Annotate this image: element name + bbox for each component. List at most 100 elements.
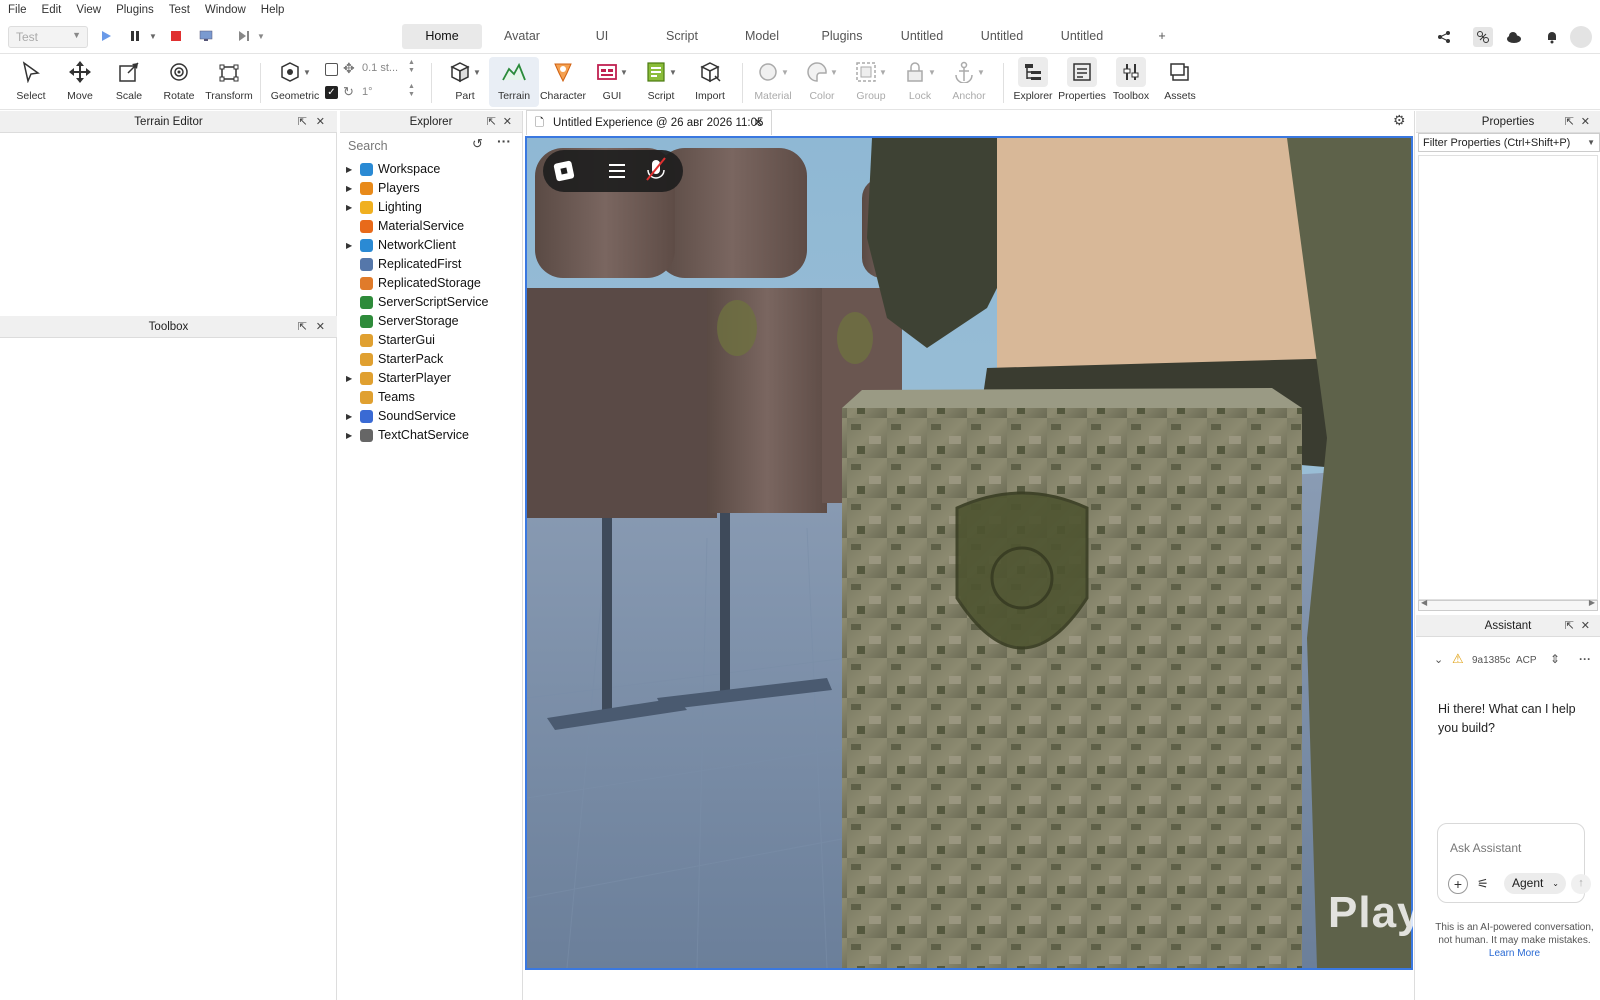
menu-edit[interactable]: Edit: [42, 4, 62, 16]
properties-scrollbar[interactable]: ◀ ▶: [1418, 598, 1598, 611]
close-icon[interactable]: ✕: [1581, 111, 1590, 133]
test-mode-select[interactable]: Test ▼: [8, 26, 88, 48]
menu-help[interactable]: Help: [261, 4, 285, 16]
character-icon: [554, 63, 572, 83]
expand-arrow-icon[interactable]: ▶: [346, 236, 352, 255]
more-icon[interactable]: ···: [1579, 652, 1591, 666]
transform-tool[interactable]: Transform: [204, 57, 254, 107]
scroll-right-icon[interactable]: ▶: [1589, 598, 1595, 607]
share-button[interactable]: [1434, 27, 1454, 47]
tab-model[interactable]: Model: [722, 24, 802, 49]
assets-toggle[interactable]: Assets: [1155, 57, 1205, 107]
color-tool[interactable]: ▼ Color: [797, 57, 847, 107]
terrain-label: Terrain: [497, 90, 531, 102]
character-tool[interactable]: Character: [538, 57, 588, 107]
select-tool[interactable]: Select: [6, 57, 56, 107]
explorer-item-label: NetworkClient: [378, 238, 456, 252]
assistant-input[interactable]: Ask Assistant: [1450, 841, 1521, 855]
move-tool[interactable]: Move: [55, 57, 105, 107]
history-icon[interactable]: ↺: [472, 136, 483, 152]
undock-icon[interactable]: ⇱: [298, 316, 307, 338]
geometric-tool[interactable]: ▼ Geometric: [268, 57, 322, 107]
viewport-settings-icon[interactable]: ⚙: [1393, 112, 1406, 129]
undock-icon[interactable]: ⇱: [487, 111, 496, 133]
snap-rotate-stepper[interactable]: ▲ ▼: [408, 83, 415, 99]
settings-sliders-icon[interactable]: ⚟: [1477, 876, 1489, 892]
agent-mode-select[interactable]: Agent ⌄: [1504, 873, 1566, 894]
step-button[interactable]: [236, 28, 252, 44]
expand-arrow-icon[interactable]: ▶: [346, 179, 352, 198]
expand-arrow-icon[interactable]: ▶: [346, 426, 352, 445]
menu-view[interactable]: View: [76, 4, 101, 16]
script-tool[interactable]: ▼ Script: [636, 57, 686, 107]
close-icon[interactable]: ✕: [1581, 615, 1590, 637]
tab-home[interactable]: Home: [402, 24, 482, 49]
material-tool[interactable]: ▼ Material: [748, 57, 798, 107]
menu-file[interactable]: File: [8, 4, 27, 16]
3d-viewport[interactable]: [525, 136, 1413, 970]
snap-rotate-value[interactable]: 1°: [362, 86, 402, 98]
play-button[interactable]: [98, 28, 114, 44]
expand-arrow-icon[interactable]: ▶: [346, 407, 352, 426]
import-tool[interactable]: Import: [685, 57, 735, 107]
close-icon[interactable]: ✕: [316, 111, 325, 133]
cloud-button[interactable]: [1504, 27, 1524, 47]
menu-test[interactable]: Test: [169, 4, 190, 16]
tab-script[interactable]: Script: [642, 24, 722, 49]
notifications-button[interactable]: [1542, 27, 1562, 47]
avatar[interactable]: [1570, 26, 1592, 48]
properties-toggle[interactable]: Properties: [1057, 57, 1107, 107]
terrain-tool[interactable]: Terrain: [489, 57, 539, 107]
learn-more-link[interactable]: Learn More: [1489, 948, 1540, 959]
undock-icon[interactable]: ⇱: [298, 111, 307, 133]
close-icon[interactable]: ✕: [316, 316, 325, 338]
lock-tool[interactable]: ▼ Lock: [895, 57, 945, 107]
close-icon[interactable]: ✕: [503, 111, 512, 133]
tab-ui[interactable]: UI: [562, 24, 642, 49]
snap-move-checkbox[interactable]: [325, 63, 338, 76]
pause-dropdown[interactable]: ▼: [145, 28, 161, 44]
expand-arrow-icon[interactable]: ▶: [346, 369, 352, 388]
expand-arrow-icon[interactable]: ▶: [346, 198, 352, 217]
menu-window[interactable]: Window: [205, 4, 246, 16]
move-icon: [69, 61, 91, 83]
more-icon[interactable]: ···: [497, 133, 511, 149]
menu-plugins[interactable]: Plugins: [116, 4, 154, 16]
step-dropdown[interactable]: ▼: [253, 28, 269, 44]
anchor-tool[interactable]: ▼ Anchor: [944, 57, 994, 107]
add-tab-button[interactable]: +: [1122, 24, 1202, 49]
tab-untitled-2[interactable]: Untitled: [962, 24, 1042, 49]
snap-rotate-checkbox[interactable]: ✓: [325, 86, 338, 99]
explorer-search-input[interactable]: Search: [344, 136, 489, 156]
properties-filter-input[interactable]: Filter Properties (Ctrl+Shift+P) ▼: [1418, 133, 1600, 152]
teams-icon: [360, 391, 373, 404]
add-attachment-button[interactable]: +: [1448, 874, 1468, 894]
explorer-toggle[interactable]: Explorer: [1008, 57, 1058, 107]
stop-button[interactable]: [168, 28, 184, 44]
collaborate-button[interactable]: [1473, 27, 1493, 47]
tab-plugins[interactable]: Plugins: [802, 24, 882, 49]
send-button[interactable]: ↑: [1571, 874, 1591, 894]
close-icon[interactable]: ✕: [754, 111, 763, 135]
material-icon: [360, 220, 373, 233]
snap-move-stepper[interactable]: ▲ ▼: [408, 59, 415, 75]
tab-untitled-3[interactable]: Untitled: [1042, 24, 1122, 49]
scroll-left-icon[interactable]: ◀: [1421, 598, 1427, 607]
scale-tool[interactable]: Scale: [104, 57, 154, 107]
undock-icon[interactable]: ⇱: [1565, 615, 1574, 637]
compress-icon[interactable]: ⇕: [1550, 652, 1560, 666]
undock-icon[interactable]: ⇱: [1565, 111, 1574, 133]
rotate-tool[interactable]: Rotate: [154, 57, 204, 107]
part-tool[interactable]: ▼ Part: [440, 57, 490, 107]
gui-tool[interactable]: ▼ GUI: [587, 57, 637, 107]
toolbox-toggle[interactable]: Toolbox: [1106, 57, 1156, 107]
expand-arrow-icon[interactable]: ▶: [346, 160, 352, 179]
viewport-tab[interactable]: 🗋 Untitled Experience @ 26 авг 2026 11:0…: [526, 110, 772, 135]
snap-move-value[interactable]: 0.1 st...: [362, 62, 414, 74]
tab-avatar[interactable]: Avatar: [482, 24, 562, 49]
group-tool[interactable]: ▼ Group: [846, 57, 896, 107]
tab-untitled-1[interactable]: Untitled: [882, 24, 962, 49]
pause-button[interactable]: [127, 28, 143, 44]
client-server-button[interactable]: [198, 28, 214, 44]
chevron-down-icon[interactable]: ⌄: [1434, 653, 1443, 666]
